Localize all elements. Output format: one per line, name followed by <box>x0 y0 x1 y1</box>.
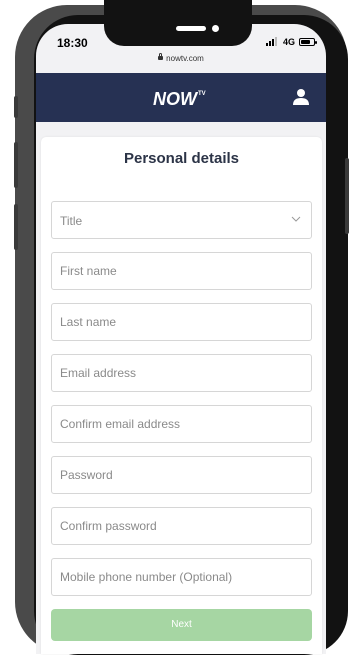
user-icon[interactable] <box>292 88 310 106</box>
now-tv-logo[interactable]: NOWTV <box>153 89 206 110</box>
email-input[interactable] <box>52 355 311 391</box>
confirm-email-field[interactable] <box>51 405 312 443</box>
status-time: 18:30 <box>57 36 88 50</box>
battery-level <box>301 40 310 44</box>
email-field[interactable] <box>51 354 312 392</box>
next-button[interactable]: Next <box>51 609 312 641</box>
confirm-password-field[interactable] <box>51 507 312 545</box>
mobile-phone-field[interactable] <box>51 558 312 596</box>
last-name-field[interactable] <box>51 303 312 341</box>
mobile-phone-input[interactable] <box>52 559 311 595</box>
confirm-email-input[interactable] <box>52 406 311 442</box>
signal-icon <box>266 37 277 46</box>
network-type: 4G <box>283 37 296 47</box>
first-name-input[interactable] <box>52 253 311 289</box>
battery-icon <box>299 38 317 46</box>
page-title: Personal details <box>123 150 240 167</box>
password-input[interactable] <box>52 457 311 493</box>
power-button <box>345 158 349 234</box>
volume-down-button <box>14 204 18 250</box>
url-text: nowtv.com <box>166 54 204 63</box>
password-field[interactable] <box>51 456 312 494</box>
logo-superscript: TV <box>198 91 206 97</box>
confirm-password-input[interactable] <box>52 508 311 544</box>
mute-switch <box>14 96 18 118</box>
last-name-input[interactable] <box>52 304 311 340</box>
first-name-field[interactable] <box>51 252 312 290</box>
front-camera <box>212 25 219 32</box>
lock-icon <box>158 53 164 60</box>
title-select-label: Title <box>60 214 83 228</box>
volume-up-button <box>14 142 18 188</box>
logo-text: NOW <box>153 89 197 109</box>
notch <box>104 0 252 46</box>
chevron-down-icon <box>291 216 301 222</box>
title-select[interactable]: Title <box>51 201 312 239</box>
address-bar[interactable]: nowtv.com <box>36 53 326 63</box>
speaker <box>176 26 206 31</box>
